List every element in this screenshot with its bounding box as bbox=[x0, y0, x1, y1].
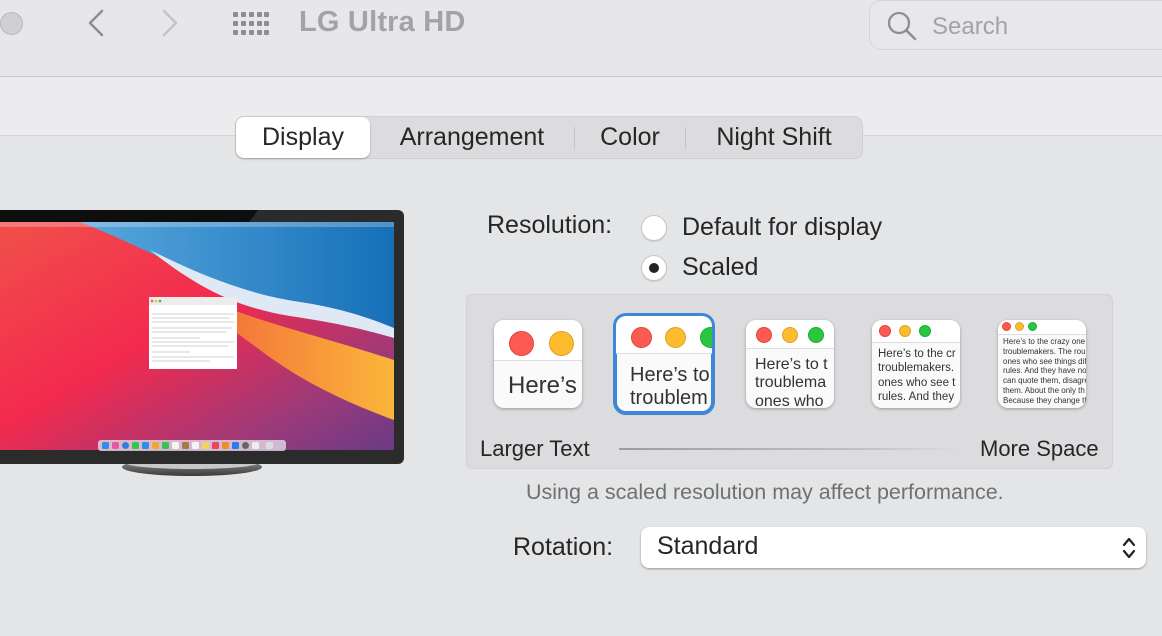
sample-text: Here’s to t troublema ones who bbox=[755, 356, 828, 408]
rotation-label: Rotation: bbox=[513, 533, 614, 561]
tab-bar: Display Arrangement Color Night Shift bbox=[235, 116, 863, 159]
updown-chevron-icon bbox=[1122, 537, 1136, 559]
sample-text: Here’s to the crazy one troublemakers. T… bbox=[1003, 337, 1086, 405]
scale-option-4[interactable]: Here’s to the cr troublemakers. ones who… bbox=[872, 320, 960, 408]
tab-display[interactable]: Display bbox=[236, 117, 370, 158]
search-input[interactable] bbox=[930, 9, 1154, 45]
radio-label: Default for display bbox=[682, 213, 883, 241]
search-field[interactable] bbox=[869, 0, 1162, 50]
minimize-dot-icon bbox=[1015, 322, 1024, 331]
larger-text-label: Larger Text bbox=[480, 436, 590, 461]
performance-warning: Using a scaled resolution may affect per… bbox=[526, 480, 1004, 504]
close-dot-icon bbox=[631, 327, 652, 348]
sample-text: Here’s bbox=[508, 372, 577, 399]
scale-option-2[interactable]: Here’s to troublem bbox=[613, 313, 715, 415]
display-preview bbox=[0, 210, 404, 480]
scale-option-3[interactable]: Here’s to t troublema ones who bbox=[746, 320, 834, 408]
close-dot-icon bbox=[1002, 322, 1011, 331]
window-control-button[interactable] bbox=[0, 12, 23, 35]
back-button[interactable] bbox=[84, 8, 108, 38]
chevron-left-icon bbox=[88, 9, 104, 37]
search-icon bbox=[887, 11, 917, 41]
radio-scaled[interactable]: Scaled bbox=[641, 253, 758, 282]
close-dot-icon bbox=[509, 331, 534, 356]
minimize-dot-icon bbox=[549, 331, 574, 356]
minimize-dot-icon bbox=[899, 325, 911, 337]
minimize-dot-icon bbox=[665, 327, 686, 348]
chevron-right-icon bbox=[162, 9, 178, 37]
radio-button[interactable] bbox=[641, 214, 667, 241]
tab-color[interactable]: Color bbox=[575, 117, 685, 158]
title-bar: LG Ultra HD bbox=[0, 0, 1162, 77]
radio-label: Scaled bbox=[682, 253, 759, 281]
show-all-button[interactable] bbox=[232, 11, 269, 36]
more-space-label: More Space bbox=[980, 436, 1099, 461]
sample-text: Here’s to troublem bbox=[630, 364, 710, 409]
radio-default-for-display[interactable]: Default for display bbox=[641, 213, 882, 242]
zoom-dot-icon bbox=[919, 325, 931, 337]
rotation-select[interactable]: Standard bbox=[641, 527, 1146, 568]
minimize-dot-icon bbox=[782, 327, 798, 343]
zoom-dot-icon bbox=[1028, 322, 1037, 331]
tab-night-shift[interactable]: Night Shift bbox=[686, 117, 862, 158]
scale-option-5[interactable]: Here’s to the crazy one troublemakers. T… bbox=[998, 320, 1086, 408]
close-dot-icon bbox=[756, 327, 772, 343]
radio-button[interactable] bbox=[641, 254, 667, 281]
sample-text: Here’s to the cr troublemakers. ones who… bbox=[878, 348, 956, 404]
grid-icon bbox=[233, 12, 269, 35]
monitor-illustration bbox=[0, 210, 404, 476]
window-title: LG Ultra HD bbox=[299, 6, 466, 38]
scale-track bbox=[619, 448, 959, 450]
tab-arrangement[interactable]: Arrangement bbox=[370, 117, 574, 158]
close-dot-icon bbox=[879, 325, 891, 337]
scale-option-1[interactable]: Here’s bbox=[494, 320, 582, 408]
resolution-label: Resolution: bbox=[487, 211, 613, 239]
zoom-dot-icon bbox=[808, 327, 824, 343]
forward-button[interactable] bbox=[158, 8, 182, 38]
rotation-value: Standard bbox=[657, 532, 759, 560]
